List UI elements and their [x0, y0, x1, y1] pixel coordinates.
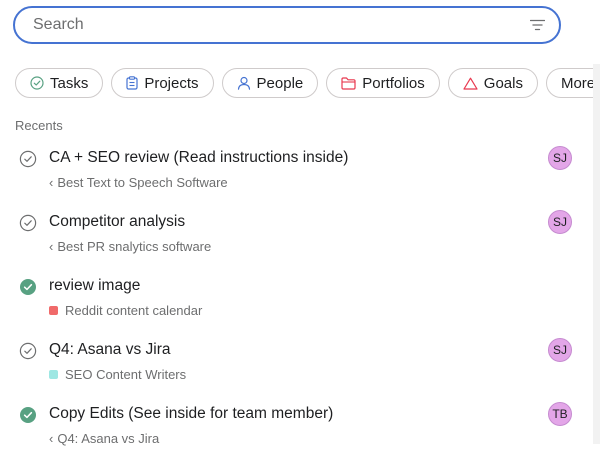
triangle-icon: [463, 77, 478, 90]
list-item[interactable]: Copy Edits (See inside for team member) …: [0, 400, 593, 464]
incomplete-check-icon[interactable]: [19, 214, 37, 232]
filter-icon[interactable]: [529, 18, 545, 32]
task-title: review image: [49, 277, 141, 294]
filter-chip-portfolios[interactable]: Portfolios: [326, 68, 440, 98]
chevron-left-icon: ‹: [49, 175, 54, 190]
chevron-left-icon: ‹: [49, 239, 54, 254]
avatar[interactable]: TB: [548, 402, 572, 426]
incomplete-check-icon[interactable]: [19, 342, 37, 360]
folder-icon: [341, 76, 356, 90]
scrollbar[interactable]: [593, 64, 600, 444]
project-color-swatch: [49, 370, 58, 379]
list-item[interactable]: CA + SEO review (Read instructions insid…: [0, 144, 593, 208]
filter-chip-label: Projects: [144, 74, 199, 92]
task-project-name: SEO Content Writers: [65, 367, 187, 382]
task-parent: ‹ Best PR snalytics software: [49, 239, 211, 254]
filter-chip-more[interactable]: More: [545, 68, 600, 98]
task-title: Competitor analysis: [49, 213, 186, 230]
list-item[interactable]: Competitor analysis ‹ Best PR snalytics …: [0, 208, 593, 272]
filter-chip-tasks[interactable]: Tasks: [15, 68, 104, 98]
incomplete-check-icon[interactable]: [19, 150, 37, 168]
recents-heading: Recents: [15, 118, 63, 133]
filter-chip-label: People: [256, 74, 304, 92]
complete-check-icon[interactable]: [19, 406, 37, 424]
clipboard-icon: [126, 76, 138, 90]
filter-chip-label: Portfolios: [362, 74, 425, 92]
task-title: Q4: Asana vs Jira: [49, 341, 171, 358]
project-color-swatch: [49, 306, 58, 315]
avatar[interactable]: SJ: [548, 338, 572, 362]
avatar[interactable]: SJ: [548, 146, 572, 170]
task-project-name: Reddit content calendar: [65, 303, 203, 318]
search-box[interactable]: [13, 6, 561, 44]
task-parent-name: Best PR snalytics software: [57, 239, 212, 254]
recents-list: CA + SEO review (Read instructions insid…: [0, 144, 593, 464]
filter-chip-label: Goals: [483, 74, 523, 92]
filter-chip-people[interactable]: People: [221, 68, 319, 98]
filter-chips: Tasks Projects People Portfolios Goals M…: [15, 68, 600, 98]
task-parent-name: Best Text to Speech Software: [57, 175, 228, 190]
complete-check-icon[interactable]: [19, 278, 37, 296]
search-input[interactable]: [33, 16, 529, 34]
filter-chip-label: More: [560, 74, 596, 92]
avatar[interactable]: SJ: [548, 210, 572, 234]
task-project: SEO Content Writers: [49, 367, 186, 382]
list-item[interactable]: Q4: Asana vs Jira SEO Content Writers SJ: [0, 336, 593, 400]
task-parent: ‹ Best Text to Speech Software: [49, 175, 228, 190]
check-circle-icon: [30, 76, 44, 90]
task-project: Reddit content calendar: [49, 303, 202, 318]
task-title: Copy Edits (See inside for team member): [49, 405, 334, 422]
filter-chip-goals[interactable]: Goals: [447, 68, 538, 98]
filter-chip-label: Tasks: [50, 74, 89, 92]
task-title: CA + SEO review (Read instructions insid…: [49, 149, 349, 166]
filter-chip-projects[interactable]: Projects: [111, 68, 214, 98]
list-item[interactable]: review image Reddit content calendar: [0, 272, 593, 336]
person-icon: [237, 76, 251, 90]
